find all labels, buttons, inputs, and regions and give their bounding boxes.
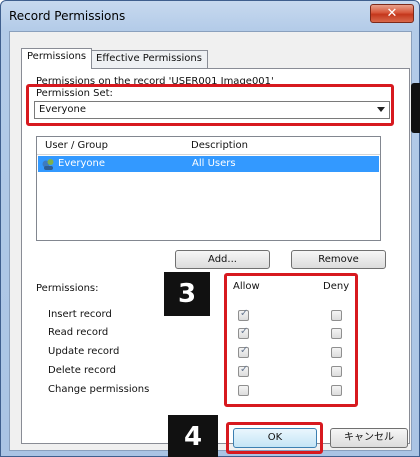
allow-column-header: Allow bbox=[233, 281, 260, 292]
window-title: Record Permissions bbox=[9, 9, 126, 23]
deny-update-checkbox[interactable] bbox=[331, 347, 342, 358]
list-item-description: All Users bbox=[192, 158, 236, 169]
list-header: User / Group Description bbox=[37, 137, 380, 155]
highlight-permission-set bbox=[26, 84, 394, 126]
step-3-badge: 3 bbox=[164, 272, 210, 316]
column-header-description[interactable]: Description bbox=[191, 140, 248, 151]
user-group-icon bbox=[42, 159, 54, 170]
deny-insert-checkbox[interactable] bbox=[331, 310, 342, 321]
allow-update-checkbox[interactable] bbox=[238, 345, 249, 358]
permissions-section-label: Permissions: bbox=[36, 283, 99, 294]
perm-read-record: Read record bbox=[48, 327, 109, 338]
allow-delete-checkbox[interactable] bbox=[238, 364, 249, 377]
tab-effective-permissions[interactable]: Effective Permissions bbox=[90, 50, 208, 68]
perm-change-permissions: Change permissions bbox=[48, 384, 150, 395]
title-bar: Record Permissions ✕ bbox=[1, 1, 419, 31]
close-button[interactable]: ✕ bbox=[370, 4, 414, 23]
perm-insert-record: Insert record bbox=[48, 309, 112, 320]
allow-insert-checkbox[interactable] bbox=[238, 308, 249, 321]
ok-button[interactable]: OK bbox=[233, 428, 317, 448]
step-badge-edge bbox=[411, 83, 420, 133]
column-header-user-group[interactable]: User / Group bbox=[45, 140, 108, 151]
list-item-user: Everyone bbox=[58, 158, 106, 169]
allow-change-permissions-checkbox[interactable] bbox=[238, 385, 249, 396]
add-button[interactable]: Add... bbox=[175, 250, 270, 269]
perm-delete-record: Delete record bbox=[48, 365, 116, 376]
deny-delete-checkbox[interactable] bbox=[331, 366, 342, 377]
tab-permissions[interactable]: Permissions bbox=[21, 48, 93, 69]
remove-button[interactable]: Remove bbox=[291, 250, 386, 269]
list-item[interactable]: Everyone All Users bbox=[38, 156, 379, 172]
perm-update-record: Update record bbox=[48, 346, 120, 357]
step-4-badge: 4 bbox=[168, 415, 218, 457]
deny-column-header: Deny bbox=[323, 281, 350, 292]
allow-read-checkbox[interactable] bbox=[238, 326, 249, 339]
cancel-button[interactable]: キャンセル bbox=[330, 428, 408, 448]
close-icon: ✕ bbox=[386, 6, 398, 21]
deny-change-permissions-checkbox[interactable] bbox=[331, 385, 342, 396]
deny-read-checkbox[interactable] bbox=[331, 328, 342, 339]
user-group-list[interactable]: User / Group Description Everyone All Us… bbox=[36, 136, 381, 241]
